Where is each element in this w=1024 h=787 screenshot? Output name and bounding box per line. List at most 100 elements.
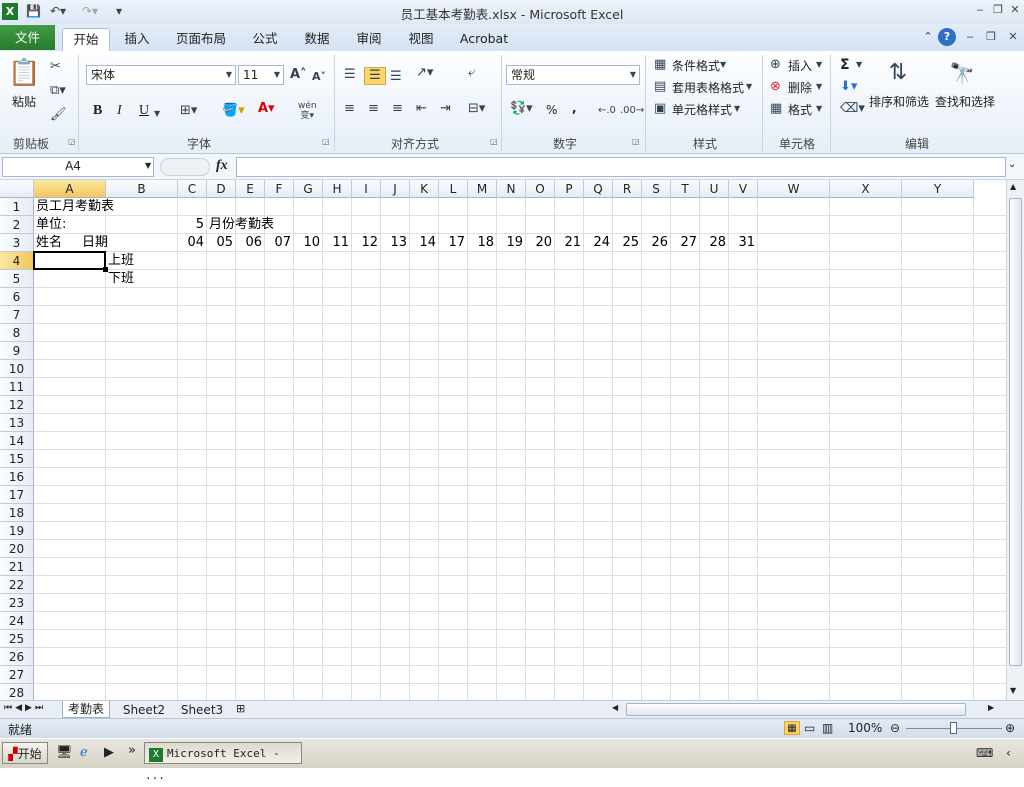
column-header-h[interactable]: H bbox=[323, 180, 352, 198]
copy-icon[interactable]: ⧉▾ bbox=[50, 83, 66, 99]
cell-s3[interactable]: 26 bbox=[642, 234, 668, 252]
number-launcher-icon[interactable]: ◲ bbox=[632, 137, 640, 146]
column-header-p[interactable]: P bbox=[555, 180, 584, 198]
insert-cells-button[interactable]: 插入 bbox=[788, 57, 812, 74]
cell-d3[interactable]: 05 bbox=[207, 234, 233, 252]
column-header-k[interactable]: K bbox=[410, 180, 439, 198]
workbook-close-icon[interactable]: ✕ bbox=[1005, 30, 1021, 44]
row-header-8[interactable]: 8 bbox=[0, 324, 34, 342]
format-cells-icon[interactable]: ▦ bbox=[770, 101, 782, 117]
more-quicklaunch-icon[interactable]: » bbox=[128, 743, 136, 758]
align-left-icon[interactable]: ≡ bbox=[344, 101, 355, 117]
clipboard-launcher-icon[interactable]: ◲ bbox=[68, 137, 76, 146]
format-cells-button[interactable]: 格式 bbox=[788, 101, 812, 118]
workbook-restore-icon[interactable]: ❐ bbox=[983, 30, 999, 44]
row-header-21[interactable]: 21 bbox=[0, 558, 34, 576]
delete-cells-button[interactable]: 删除 bbox=[788, 79, 812, 96]
row-header-25[interactable]: 25 bbox=[0, 630, 34, 648]
format-as-table-icon[interactable]: ▤ bbox=[654, 79, 666, 95]
row-header-6[interactable]: 6 bbox=[0, 288, 34, 306]
cell-a2[interactable]: 单位: bbox=[36, 216, 66, 234]
chevron-down-icon[interactable]: ▼ bbox=[816, 101, 822, 117]
fill-handle[interactable] bbox=[103, 267, 108, 272]
name-box[interactable]: A4 ▼ bbox=[2, 157, 154, 177]
zoom-slider-thumb[interactable] bbox=[950, 722, 957, 734]
row-header-9[interactable]: 9 bbox=[0, 342, 34, 360]
align-middle-icon[interactable]: ☰ bbox=[364, 67, 386, 85]
active-cell-a4[interactable] bbox=[33, 251, 106, 270]
row-header-18[interactable]: 18 bbox=[0, 504, 34, 522]
row-header-17[interactable]: 17 bbox=[0, 486, 34, 504]
decrease-font-icon[interactable]: A˅ bbox=[312, 69, 326, 85]
cell-k3[interactable]: 14 bbox=[410, 234, 436, 252]
sort-filter-icon[interactable]: ⇅ bbox=[880, 57, 916, 89]
row-header-14[interactable]: 14 bbox=[0, 432, 34, 450]
increase-decimal-icon[interactable]: ←.0 bbox=[598, 103, 616, 119]
row-header-22[interactable]: 22 bbox=[0, 576, 34, 594]
tab-file[interactable]: 文件 bbox=[0, 25, 55, 50]
cell-g3[interactable]: 10 bbox=[294, 234, 320, 252]
autosum-icon[interactable]: Σ bbox=[840, 57, 850, 73]
vertical-scroll-thumb[interactable] bbox=[1009, 198, 1022, 666]
zoom-level[interactable]: 100% bbox=[848, 721, 882, 735]
font-size-combo[interactable]: 11 ▼ bbox=[238, 65, 284, 85]
expand-formula-bar-icon[interactable]: ⌄ bbox=[1008, 159, 1016, 170]
row-header-5[interactable]: 5 bbox=[0, 270, 34, 288]
fill-down-icon[interactable]: ⬇▾ bbox=[840, 79, 857, 95]
column-header-b[interactable]: B bbox=[106, 180, 178, 198]
chevron-down-icon[interactable]: ▼ bbox=[154, 106, 160, 122]
accounting-format-icon[interactable]: 💱▾ bbox=[510, 101, 533, 117]
normal-view-icon[interactable]: ▦ bbox=[784, 721, 800, 735]
cell-m3[interactable]: 18 bbox=[468, 234, 494, 252]
row-header-19[interactable]: 19 bbox=[0, 522, 34, 540]
conditional-format-icon[interactable]: ▦ bbox=[654, 57, 666, 73]
row-header-7[interactable]: 7 bbox=[0, 306, 34, 324]
cell-b4[interactable]: 上班 bbox=[108, 252, 134, 270]
increase-font-icon[interactable]: A˄ bbox=[290, 67, 307, 83]
cell-a1[interactable]: 员工月考勤表 bbox=[36, 198, 114, 216]
row-header-24[interactable]: 24 bbox=[0, 612, 34, 630]
font-name-combo[interactable]: 宋体 ▼ bbox=[86, 65, 236, 85]
minimize-icon[interactable]: ‒ bbox=[972, 3, 988, 17]
font-launcher-icon[interactable]: ◲ bbox=[322, 137, 330, 146]
column-header-u[interactable]: U bbox=[700, 180, 729, 198]
ie-icon[interactable]: ℯ bbox=[80, 745, 88, 760]
column-header-q[interactable]: Q bbox=[584, 180, 613, 198]
formula-input[interactable] bbox=[236, 157, 1006, 177]
scroll-right-icon[interactable]: ▶ bbox=[988, 703, 994, 712]
column-header-t[interactable]: T bbox=[671, 180, 700, 198]
start-button[interactable]: ▞开始 bbox=[2, 742, 48, 764]
column-header-v[interactable]: V bbox=[729, 180, 758, 198]
row-header-23[interactable]: 23 bbox=[0, 594, 34, 612]
cell-j3[interactable]: 13 bbox=[381, 234, 407, 252]
row-header-28[interactable]: 28 bbox=[0, 684, 34, 700]
bold-button[interactable]: B bbox=[93, 103, 102, 119]
horizontal-scroll-thumb[interactable] bbox=[626, 703, 966, 716]
sheet-nav-icon[interactable]: ⏮◀▶⏭ bbox=[4, 703, 46, 713]
increase-indent-icon[interactable]: ⇥ bbox=[440, 101, 451, 117]
format-as-table-button[interactable]: 套用表格格式 bbox=[672, 79, 744, 96]
align-top-icon[interactable]: ☰ bbox=[344, 67, 356, 83]
tab-review[interactable]: 审阅 bbox=[350, 28, 388, 50]
alignment-launcher-icon[interactable]: ◲ bbox=[490, 137, 498, 146]
underline-button[interactable]: U bbox=[139, 103, 149, 119]
cell-r3[interactable]: 25 bbox=[613, 234, 639, 252]
insert-function-icon[interactable]: fx bbox=[216, 158, 228, 174]
align-bottom-icon[interactable]: ☰ bbox=[390, 69, 402, 85]
cell-a3-name[interactable]: 姓名 bbox=[36, 234, 62, 252]
cell-styles-button[interactable]: 单元格样式 bbox=[672, 101, 732, 118]
paste-icon[interactable]: 📋 bbox=[8, 57, 40, 89]
column-header-r[interactable]: R bbox=[613, 180, 642, 198]
sheet-tab-sheet3[interactable]: Sheet3 bbox=[176, 702, 228, 718]
tab-formulas[interactable]: 公式 bbox=[246, 28, 284, 50]
row-header-15[interactable]: 15 bbox=[0, 450, 34, 468]
column-header-g[interactable]: G bbox=[294, 180, 323, 198]
column-header-w[interactable]: W bbox=[758, 180, 830, 198]
cell-o3[interactable]: 20 bbox=[526, 234, 552, 252]
cell-u3[interactable]: 28 bbox=[700, 234, 726, 252]
row-header-27[interactable]: 27 bbox=[0, 666, 34, 684]
worksheet-grid[interactable]: A B C D E F G H I J K L M N O P Q R S T U V W X Y 1 2 3 4 5 6 7 8 9 10 11 12… bbox=[0, 180, 1006, 700]
column-header-o[interactable]: O bbox=[526, 180, 555, 198]
column-header-a[interactable]: A bbox=[34, 180, 106, 198]
row-header-11[interactable]: 11 bbox=[0, 378, 34, 396]
